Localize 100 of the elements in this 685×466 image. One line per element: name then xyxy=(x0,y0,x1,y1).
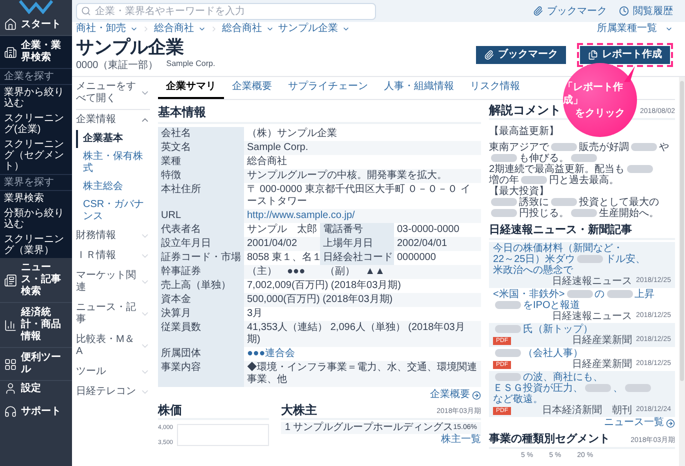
headset-icon xyxy=(4,405,17,418)
logo-icon xyxy=(19,0,53,14)
table-label: 資本金 xyxy=(158,293,244,307)
blurred-text xyxy=(631,143,657,152)
report-button[interactable]: レポート作成 xyxy=(580,46,670,64)
blurred-text xyxy=(491,209,517,218)
expand-all-button[interactable]: メニューをすべて開く xyxy=(76,81,150,110)
blurred-text xyxy=(626,165,653,174)
separator-icon xyxy=(210,25,218,33)
nav-subitem[interactable]: スクリーニング（セグメント） xyxy=(0,137,72,174)
table-cell-text: サンプルグループの中核。開発事業を拡大。 xyxy=(246,169,448,183)
text-fragment: 上昇 xyxy=(634,289,655,300)
table-label: 決算月 xyxy=(158,307,244,321)
breadcrumb-link[interactable]: サンプル企業 xyxy=(278,23,338,35)
blurred-text xyxy=(566,290,593,298)
menu-section[interactable]: 比較表・M＆A xyxy=(76,330,150,362)
breadcrumb-link[interactable]: 総合商社 xyxy=(222,23,262,35)
menu-item[interactable]: 企業基本 xyxy=(76,130,150,148)
table-label: 従業員数 xyxy=(158,321,244,347)
table-label: 代表者名 xyxy=(158,223,244,237)
tab[interactable]: 企業概要 xyxy=(224,77,280,99)
text-fragment: も伸びる。 xyxy=(519,153,569,164)
tab[interactable]: 企業サマリ xyxy=(158,77,224,99)
table-label: 所属団体 xyxy=(158,347,244,361)
tab[interactable]: サプライチェーン xyxy=(280,77,376,99)
table-label: 売上高（単独） xyxy=(158,279,244,293)
table-label: 会社名 xyxy=(158,127,244,141)
table-cell-text: 2001/04/02 xyxy=(246,237,298,251)
text-fragment: や xyxy=(659,142,669,153)
table-label: 特徴 xyxy=(158,169,244,183)
table-cell-text: 0000000 xyxy=(396,251,437,265)
blurred-text xyxy=(495,349,521,358)
nav-item[interactable]: サポート xyxy=(0,404,72,419)
table-label: 電話番号 xyxy=(320,223,394,237)
nav-item[interactable]: スタート xyxy=(0,14,72,35)
blurred-text xyxy=(495,301,521,310)
nav-subitem[interactable]: スクリーニング（業界） xyxy=(0,232,72,258)
shareholder-list-link[interactable]: 株主一覧 xyxy=(441,434,481,446)
nav-group-heading: 企業を探す xyxy=(0,68,72,85)
table-label: 幹事証券 xyxy=(158,265,244,279)
table-link[interactable]: ●●●連合会 xyxy=(244,347,481,361)
nav-subitem[interactable]: 業界から絞り込む xyxy=(0,85,72,111)
text-fragment: 【最高益更新】 xyxy=(489,126,559,137)
table-label: 事業内容 xyxy=(158,361,244,387)
menu-item[interactable]: CSR・ガバナンス xyxy=(76,196,150,226)
text-fragment: 2期連続で最高益更新。 xyxy=(489,164,595,175)
paperclip-icon xyxy=(533,6,543,16)
table-cell-text: 総合商社 xyxy=(246,155,288,169)
menu-section[interactable]: 財務情報 xyxy=(76,226,150,246)
menu-section[interactable]: ツール xyxy=(76,362,150,382)
breadcrumb-link[interactable]: 商社・卸売 xyxy=(76,23,126,35)
text-fragment: 販売が好調 xyxy=(579,142,629,153)
blurred-text xyxy=(585,384,611,392)
bar-chart-icon xyxy=(4,318,17,332)
table-cell-text: 03-0000-0000 xyxy=(396,223,460,237)
tab[interactable]: 人事・組織情報 xyxy=(376,77,462,99)
blurred-text xyxy=(606,290,633,298)
text-fragment: 生産開始へ。 xyxy=(599,208,659,219)
menu-item[interactable]: 株主総会 xyxy=(76,178,150,196)
nav-subitem[interactable]: スクリーニング(企業) xyxy=(0,111,72,137)
menu-section[interactable]: ニュース・記事 xyxy=(76,298,150,330)
nav-subitem[interactable]: 業界検索 xyxy=(0,191,72,206)
documents-icon xyxy=(588,50,598,60)
text-fragment: をIPOと報道 xyxy=(523,300,580,311)
menu-section[interactable]: 企業情報 xyxy=(76,110,150,130)
menu-section[interactable]: ＩＲ情報 xyxy=(76,246,150,266)
tab[interactable]: リスク情報 xyxy=(462,77,528,99)
table-link[interactable]: http://www.sample.co.jp/ xyxy=(244,209,481,223)
table-label: 英文名 xyxy=(158,141,244,155)
nav-item[interactable]: 便利ツール xyxy=(0,348,72,380)
table-cell-text: 8058 東１、名１ xyxy=(246,251,320,265)
blurred-text xyxy=(491,154,517,162)
overview-link[interactable]: 企業概要 xyxy=(430,389,470,401)
table-label: URL xyxy=(158,209,244,223)
caret-icon xyxy=(198,25,206,33)
menu-section[interactable]: マーケット関連 xyxy=(76,266,150,298)
nav-item[interactable]: 経済統計・商品情報 xyxy=(0,303,72,347)
industry-list-link[interactable]: 所属業種一覧 xyxy=(597,23,661,35)
news-list-link[interactable]: ニュース一覧 xyxy=(604,417,664,429)
nav-item[interactable]: ニュース・記事検索 xyxy=(0,258,72,302)
menu-section[interactable]: 日経テレコン xyxy=(76,382,150,402)
header-link[interactable]: ブックマーク xyxy=(533,4,607,18)
bookmark-button[interactable]: ブックマーク xyxy=(476,46,566,64)
separator-icon xyxy=(142,25,150,33)
blurred-text xyxy=(551,143,577,152)
scrollbar[interactable] xyxy=(679,77,685,466)
callout-text: をクリック xyxy=(575,106,625,120)
menu-item[interactable]: 株主・保有株式 xyxy=(76,148,150,178)
blurred-text xyxy=(571,154,597,162)
nav-group-heading: 業界を探す xyxy=(0,174,72,191)
text-fragment: ＥＳＧ投資が圧力、 xyxy=(493,383,583,394)
breadcrumb-link[interactable]: 総合商社 xyxy=(154,23,194,35)
nav-subitem[interactable]: 分類から絞り込む xyxy=(0,206,72,232)
section-title: 日経速報ニュース・新聞記事 xyxy=(489,223,632,237)
header-link[interactable]: 閲覧履歴 xyxy=(619,4,673,18)
nav-item[interactable]: 設定 xyxy=(0,381,72,396)
table-cell-text: 7,002,009(百万円) (2018年03月期) xyxy=(246,279,402,293)
text-fragment: 円と過去最高。 xyxy=(549,175,619,186)
grid-icon xyxy=(4,358,17,370)
newspaper-icon xyxy=(4,274,17,286)
